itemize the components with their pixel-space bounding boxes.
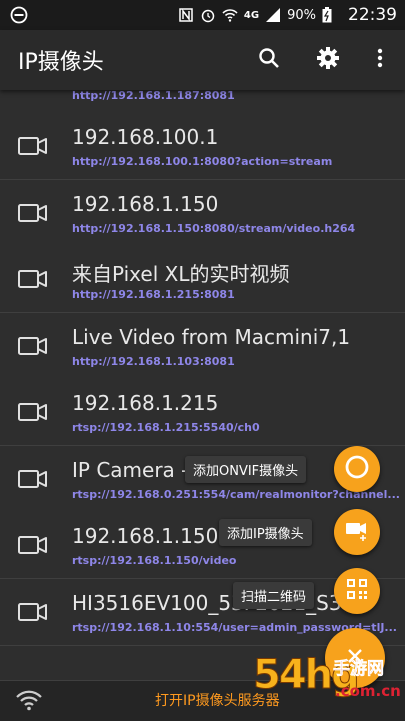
camera-url: http://192.168.1.103:8081 (72, 354, 235, 368)
video-camera-icon (18, 203, 48, 222)
nfc-icon (178, 7, 194, 23)
app-title: IP摄像头 (18, 50, 104, 75)
search-button[interactable] (251, 42, 287, 78)
battery-icon (322, 7, 338, 23)
video-camera-icon (18, 336, 48, 355)
camera-name: 192.168.1.215 (72, 391, 219, 415)
camera-url: rtsp://192.168.1.150/video (72, 554, 237, 567)
video-camera-icon (18, 137, 48, 155)
list-item[interactable]: 192.168.1.150 http://192.168.1.150:8080/s… (0, 179, 405, 247)
watermark-domain: .com.cn (335, 682, 401, 700)
onvif-icon (344, 454, 370, 484)
signal-icon (265, 7, 281, 23)
camera-url: http://192.168.1.150:8080/stream/video.h… (72, 221, 356, 235)
add-onvif-label[interactable]: 添加ONVIF摄像头 (185, 456, 307, 483)
add-ip-camera-label[interactable]: 添加IP摄像头 (219, 519, 312, 546)
add-onvif-button[interactable] (334, 446, 380, 492)
add-ip-camera-button[interactable] (334, 509, 380, 555)
gear-icon (316, 46, 340, 74)
video-camera-icon (18, 536, 48, 554)
app-bar: IP摄像头 (0, 30, 405, 90)
qr-code-icon (345, 577, 369, 605)
video-camera-icon (18, 403, 48, 421)
list-item[interactable]: 192.168.1.215 rtsp://192.168.1.215:5540/c… (0, 379, 405, 446)
camera-name: 192.168.1.150 (72, 191, 219, 216)
camera-url: rtsp://192.168.1.215:5540/ch0 (72, 421, 260, 434)
search-icon (258, 47, 280, 73)
battery-percent: 90% (287, 7, 316, 23)
more-vert-icon (377, 48, 383, 72)
alarm-icon (200, 7, 216, 23)
camera-name: 192.168.1.150 (72, 524, 219, 548)
video-camera-icon (18, 270, 48, 288)
list-item[interactable]: 来自Pixel XL的实时视频 http://192.168.1.215:8081 (0, 246, 405, 313)
list-item[interactable]: 192.168.100.1 http://192.168.100.1:8080?a… (0, 113, 405, 180)
list-item[interactable]: Live Video from Macmini7,1 http://192.168… (0, 312, 405, 380)
video-camera-icon (18, 602, 48, 621)
clock: 22:39 (348, 5, 397, 25)
camera-url: http://192.168.100.1:8080?action=stream (72, 155, 333, 168)
camera-url: http://192.168.1.187:8081 (72, 90, 235, 102)
status-bar: 4G 90% 22:39 (0, 0, 405, 30)
notification-icon (10, 6, 28, 28)
camera-url: http://192.168.1.215:8081 (72, 288, 235, 301)
scan-qr-button[interactable] (334, 568, 380, 614)
list-item-partial[interactable]: http://192.168.1.187:8081 (0, 90, 405, 114)
watermark-logo: 54hg 手游网 .com.cn (253, 648, 405, 720)
scan-qr-label[interactable]: 扫描二维码 (233, 582, 315, 609)
camera-name: IP Camera - (72, 457, 189, 482)
wifi-icon (16, 689, 42, 715)
add-camera-icon (344, 517, 370, 547)
camera-name: 192.168.100.1 (72, 125, 219, 149)
camera-name: 来自Pixel XL的实时视频 (72, 262, 290, 286)
network-type: 4G (243, 9, 260, 21)
wifi-status-icon (222, 7, 238, 23)
more-options-button[interactable] (362, 42, 398, 78)
camera-name: Live Video from Macmini7,1 (72, 324, 351, 349)
video-camera-icon (18, 469, 48, 488)
watermark-small: 手游网 (333, 659, 385, 680)
settings-button[interactable] (310, 42, 346, 78)
